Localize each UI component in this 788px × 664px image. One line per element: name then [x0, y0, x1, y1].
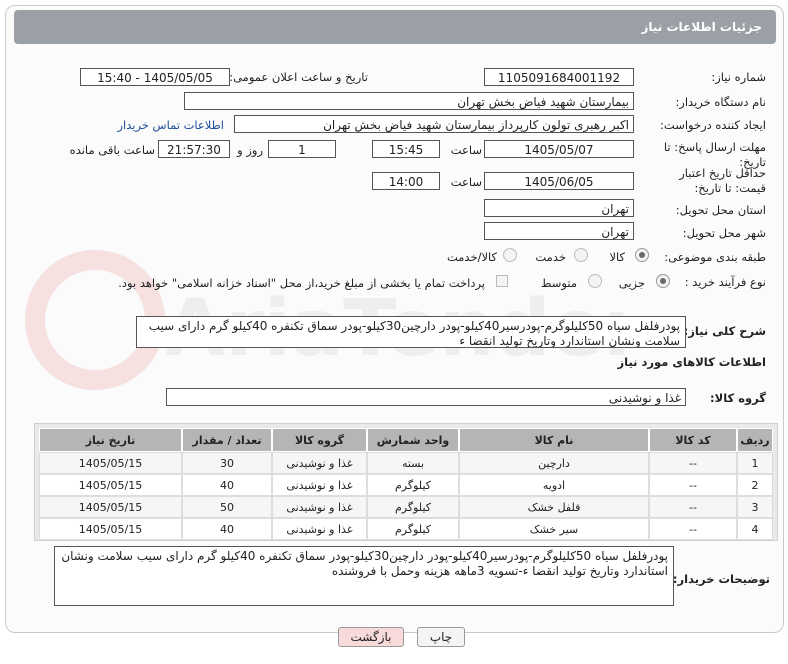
- panel-header: جزئیات اطلاعات نیاز: [14, 10, 776, 44]
- validity-label: حداقل تاریخ اعتبار قیمت: تا تاریخ:: [679, 166, 766, 195]
- cell-name: ادویه: [459, 474, 649, 496]
- cell-group: غذا و نوشیدنی: [272, 518, 367, 540]
- remaining-time-field: 21:57:30: [158, 140, 230, 158]
- need-number-field: 1105091684001192: [484, 68, 634, 86]
- category-goods-radio[interactable]: [635, 248, 649, 262]
- province-label: استان محل تحویل:: [675, 203, 766, 217]
- deadline-time-field: 15:45: [372, 140, 440, 158]
- cell-quantity: 50: [182, 496, 272, 518]
- table-row: 2 -- ادویه کیلوگرم غذا و نوشیدنی 40 1405…: [39, 474, 773, 496]
- cell-date: 1405/05/15: [39, 518, 182, 540]
- table-row: 1 -- دارچین بسته غذا و نوشیدنی 30 1405/0…: [39, 452, 773, 474]
- col-header-row-no: ردیف: [737, 428, 773, 452]
- summary-textarea[interactable]: پودرفلفل سیاه 50کلیلوگرم-پودرسیر40کیلو-پ…: [136, 316, 686, 348]
- cell-quantity: 40: [182, 474, 272, 496]
- col-header-unit: واحد شمارش: [367, 428, 459, 452]
- cell-code: --: [649, 518, 737, 540]
- goods-table-container: ردیف کد کالا نام کالا واحد شمارش گروه کا…: [34, 423, 778, 541]
- validity-date-field: 1405/06/05: [484, 172, 634, 190]
- summary-label: شرح کلی نیاز:: [683, 324, 766, 338]
- goods-group-field: غذا و نوشیدنی: [166, 388, 686, 406]
- cell-row-no: 2: [737, 474, 773, 496]
- table-row: 3 -- فلفل خشک کیلوگرم غذا و نوشیدنی 50 1…: [39, 496, 773, 518]
- buyer-org-field: بیمارستان شهید فیاض بخش تهران: [184, 92, 634, 110]
- back-button[interactable]: بازگشت: [338, 627, 404, 647]
- cell-code: --: [649, 474, 737, 496]
- process-minor-radio[interactable]: [656, 274, 670, 288]
- col-header-quantity: تعداد / مقدار: [182, 428, 272, 452]
- cell-unit: بسته: [367, 452, 459, 474]
- cell-unit: کیلوگرم: [367, 474, 459, 496]
- goods-group-label: گروه کالا:: [710, 391, 766, 405]
- days-label: روز و: [237, 143, 263, 157]
- remaining-time-label: ساعت باقی مانده: [69, 143, 155, 157]
- cell-row-no: 3: [737, 496, 773, 518]
- buyer-notes-textarea[interactable]: پودرفلفل سیاه 50کلیلوگرم-پودرسیر40کیلو-پ…: [54, 546, 674, 606]
- col-header-group: گروه کالا: [272, 428, 367, 452]
- goods-info-title: اطلاعات کالاهای مورد نیاز: [617, 355, 766, 369]
- announce-label: تاریخ و ساعت اعلان عمومی:: [229, 70, 368, 84]
- process-label: نوع فرآیند خرید :: [684, 275, 766, 289]
- category-goods-service-label: کالا/خدمت: [446, 250, 497, 264]
- deadline-date-field: 1405/05/07: [484, 140, 634, 158]
- panel-title: جزئیات اطلاعات نیاز: [641, 20, 762, 34]
- validity-time-label: ساعت: [450, 175, 482, 189]
- cell-unit: کیلوگرم: [367, 496, 459, 518]
- table-row: 4 -- سیر خشک کیلوگرم غذا و نوشیدنی 40 14…: [39, 518, 773, 540]
- treasury-payment-checkbox[interactable]: [496, 275, 508, 287]
- buyer-contact-link[interactable]: اطلاعات تماس خریدار: [117, 118, 224, 132]
- print-button[interactable]: چاپ: [417, 627, 465, 647]
- category-service-radio[interactable]: [574, 248, 588, 262]
- col-header-code: کد کالا: [649, 428, 737, 452]
- cell-name: دارچین: [459, 452, 649, 474]
- cell-row-no: 1: [737, 452, 773, 474]
- process-minor-label: جزیی: [618, 276, 645, 290]
- category-goods-label: کالا: [609, 250, 625, 264]
- cell-group: غذا و نوشیدنی: [272, 452, 367, 474]
- cell-name: فلفل خشک: [459, 496, 649, 518]
- cell-group: غذا و نوشیدنی: [272, 496, 367, 518]
- announce-field: 1405/05/05 - 15:40: [80, 68, 230, 86]
- validity-time-field: 14:00: [372, 172, 440, 190]
- cell-code: --: [649, 452, 737, 474]
- cell-name: سیر خشک: [459, 518, 649, 540]
- cell-date: 1405/05/15: [39, 474, 182, 496]
- process-medium-radio[interactable]: [588, 274, 602, 288]
- buyer-notes-label: توضیحات خریدار:: [672, 572, 770, 586]
- col-header-name: نام کالا: [459, 428, 649, 452]
- cell-date: 1405/05/15: [39, 496, 182, 518]
- cell-quantity: 30: [182, 452, 272, 474]
- creator-label: ایجاد کننده درخواست:: [660, 118, 766, 132]
- city-field: تهران: [484, 222, 634, 240]
- treasury-payment-note: پرداخت تمام یا بخشی از مبلغ خرید،از محل …: [118, 276, 485, 290]
- category-service-label: خدمت: [535, 250, 566, 264]
- cell-date: 1405/05/15: [39, 452, 182, 474]
- cell-quantity: 40: [182, 518, 272, 540]
- need-number-label: شماره نیاز:: [711, 70, 766, 84]
- deadline-time-label: ساعت: [450, 143, 482, 157]
- cell-row-no: 4: [737, 518, 773, 540]
- category-label: طبقه بندی موضوعی:: [664, 250, 766, 264]
- buyer-org-label: نام دستگاه خریدار:: [675, 95, 766, 109]
- category-goods-service-radio[interactable]: [503, 248, 517, 262]
- days-field: 1: [268, 140, 336, 158]
- process-medium-label: متوسط: [540, 276, 577, 290]
- province-field: تهران: [484, 199, 634, 217]
- col-header-date: تاریخ نیاز: [39, 428, 182, 452]
- cell-unit: کیلوگرم: [367, 518, 459, 540]
- city-label: شهر محل تحویل:: [682, 226, 766, 240]
- cell-group: غذا و نوشیدنی: [272, 474, 367, 496]
- goods-table: ردیف کد کالا نام کالا واحد شمارش گروه کا…: [39, 428, 773, 540]
- creator-field: اکبر رهبری تولون کارپرداز بیمارستان شهید…: [234, 115, 634, 133]
- cell-code: --: [649, 496, 737, 518]
